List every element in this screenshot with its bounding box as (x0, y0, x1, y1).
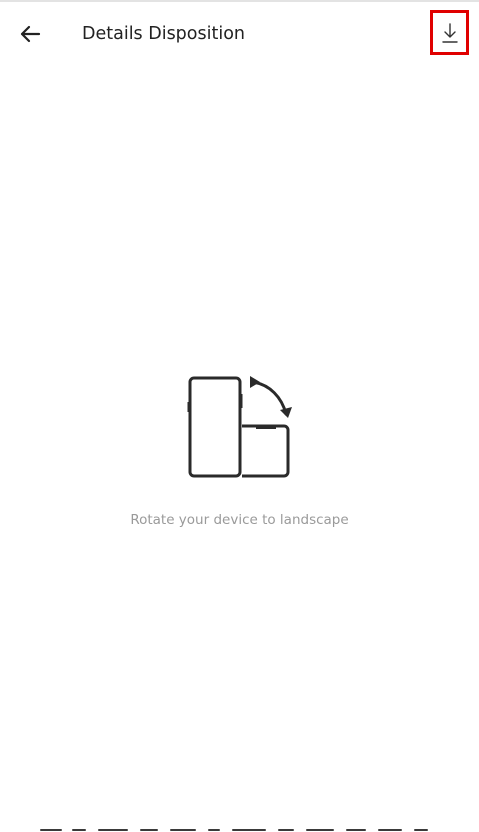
rotate-device-icon (187, 376, 292, 478)
bottom-fragment (0, 826, 479, 832)
download-button[interactable] (430, 10, 469, 55)
app-bar: Details Disposition (0, 2, 479, 66)
download-icon (441, 22, 458, 43)
rotate-hint: Rotate your device to landscape (130, 512, 349, 528)
back-button[interactable] (12, 16, 48, 52)
page-title: Details Disposition (82, 24, 246, 44)
arrow-left-icon (20, 25, 41, 43)
